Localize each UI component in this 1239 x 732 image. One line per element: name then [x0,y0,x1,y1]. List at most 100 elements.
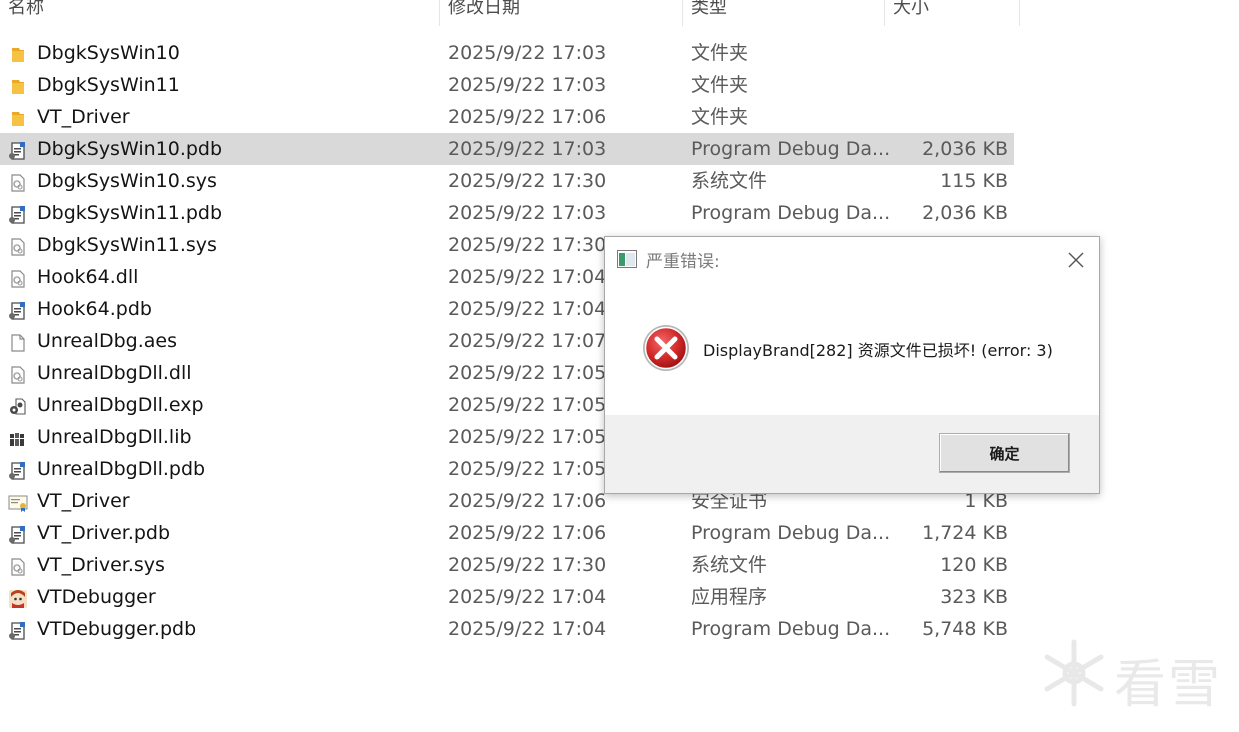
file-date: 2025/9/22 17:06 [448,490,607,512]
file-row[interactable]: VT_Driver.pdb 2025/9/22 17:06 Program Debu… [0,517,1014,549]
file-type: 文件夹 [691,106,749,128]
file-date: 2025/9/22 17:03 [448,138,607,160]
file-name: DbgkSysWin11.pdb [37,202,223,224]
column-size-header[interactable]: 大小 [885,0,1020,26]
ok-button[interactable]: 确定 [939,433,1070,473]
file-type: Program Debug Da... [691,138,891,160]
system-file-icon [8,235,28,256]
file-type: 系统文件 [691,170,768,192]
file-type: 文件夹 [691,74,749,96]
file-row[interactable]: VTDebugger 2025/9/22 17:04 应用程序 323 KB [0,581,1014,613]
file-date: 2025/9/22 17:06 [448,522,607,544]
pdb-file-icon [8,139,28,160]
file-type: 文件夹 [691,42,749,64]
file-date: 2025/9/22 17:07 [448,330,607,352]
file-date: 2025/9/22 17:04 [448,618,607,640]
dialog-title: 严重错误: [646,252,720,272]
system-file-icon [8,555,28,576]
file-name: Hook64.pdb [37,298,152,320]
system-file-icon [8,363,28,384]
certificate-icon [8,491,28,512]
file-row[interactable]: VT_Driver.sys 2025/9/22 17:30 系统文件 120 KB [0,549,1014,581]
file-name: Hook64.dll [37,266,139,288]
file-date: 2025/9/22 17:03 [448,74,607,96]
file-row[interactable]: DbgkSysWin10.sys 2025/9/22 17:30 系统文件 115 K… [0,165,1014,197]
file-size: 1,724 KB [922,522,1008,544]
folder-icon [8,75,28,95]
file-date: 2025/9/22 17:05 [448,362,607,384]
blank-file-icon [8,331,28,352]
close-icon[interactable] [1065,249,1087,271]
app-icon [8,587,28,608]
system-file-icon [8,267,28,288]
window-icon [617,250,637,268]
file-type: Program Debug Da... [691,522,891,544]
system-file-icon [8,171,28,192]
file-name: UnrealDbgDll.lib [37,426,192,448]
file-name: DbgkSysWin10 [37,42,180,64]
file-date: 2025/9/22 17:30 [448,234,607,256]
column-type-header[interactable]: 类型 [683,0,885,26]
file-date: 2025/9/22 17:05 [448,458,607,480]
file-row[interactable]: VTDebugger.pdb 2025/9/22 17:04 Program Deb… [0,613,1014,645]
file-date: 2025/9/22 17:05 [448,394,607,416]
library-file-icon [8,427,28,447]
file-size: 5,748 KB [922,618,1008,640]
file-date: 2025/9/22 17:04 [448,266,607,288]
dialog-titlebar[interactable]: 严重错误: [605,237,1099,283]
file-name: VTDebugger [37,586,156,608]
file-name: VT_Driver.sys [37,554,165,576]
file-name: VT_Driver [37,106,130,128]
pdb-file-icon [8,523,28,544]
file-name: VTDebugger.pdb [37,618,197,640]
file-date: 2025/9/22 17:04 [448,586,607,608]
file-name: UnrealDbg.aes [37,330,177,352]
watermark: 看雪 [1040,638,1230,715]
file-type: 应用程序 [691,586,768,608]
file-row[interactable]: VT_Driver 2025/9/22 17:06 文件夹 [0,101,1014,133]
file-name: VT_Driver [37,490,130,512]
file-date: 2025/9/22 17:30 [448,554,607,576]
file-row[interactable]: DbgkSysWin11 2025/9/22 17:03 文件夹 [0,69,1014,101]
file-row[interactable]: DbgkSysWin10.pdb 2025/9/22 17:03 Program D… [0,133,1014,165]
snowflake-icon [1044,639,1104,707]
file-name: UnrealDbgDll.pdb [37,458,206,480]
file-name: DbgkSysWin11 [37,74,180,96]
folder-icon [8,43,28,63]
file-name: VT_Driver.pdb [37,522,171,544]
pdb-file-icon [8,619,28,640]
file-name: UnrealDbgDll.dll [37,362,192,384]
pdb-file-icon [8,299,28,320]
column-name-header[interactable]: 名称 [0,0,440,26]
file-size: 120 KB [940,554,1008,576]
file-row[interactable]: DbgkSysWin10 2025/9/22 17:03 文件夹 [0,37,1014,69]
file-type: 系统文件 [691,554,768,576]
dialog-body: DisplayBrand[282] 资源文件已损坏! (error: 3) [605,283,1099,415]
dialog-footer: 确定 [605,415,1099,493]
file-explorer-window: 名称 修改日期 类型 大小 DbgkSysWin10 2025/9/22 17:0… [0,0,1239,732]
file-row[interactable]: DbgkSysWin11.pdb 2025/9/22 17:03 Program D… [0,197,1014,229]
error-message: DisplayBrand[282] 资源文件已损坏! (error: 3) [703,341,1053,360]
file-date: 2025/9/22 17:05 [448,426,607,448]
file-size: 323 KB [940,586,1008,608]
file-type: Program Debug Da... [691,202,891,224]
file-name: UnrealDbgDll.exp [37,394,204,416]
file-size: 2,036 KB [922,138,1008,160]
file-size: 115 KB [940,170,1008,192]
file-size: 2,036 KB [922,202,1008,224]
gear-file-icon [8,395,28,415]
file-date: 2025/9/22 17:03 [448,202,607,224]
file-name: DbgkSysWin10.pdb [37,138,223,160]
watermark-text: 看雪 [1114,655,1223,715]
column-date-header[interactable]: 修改日期 [440,0,683,26]
pdb-file-icon [8,203,28,224]
column-header: 名称 修改日期 类型 大小 [0,0,1020,26]
pdb-file-icon [8,459,28,480]
error-dialog: 严重错误: DisplayBrand[282] 资源文件已损坏! (error:… [604,236,1100,494]
file-date: 2025/9/22 17:06 [448,106,607,128]
file-date: 2025/9/22 17:30 [448,170,607,192]
error-icon [643,325,689,371]
file-date: 2025/9/22 17:04 [448,298,607,320]
file-type: Program Debug Da... [691,618,891,640]
file-name: DbgkSysWin11.sys [37,234,217,256]
